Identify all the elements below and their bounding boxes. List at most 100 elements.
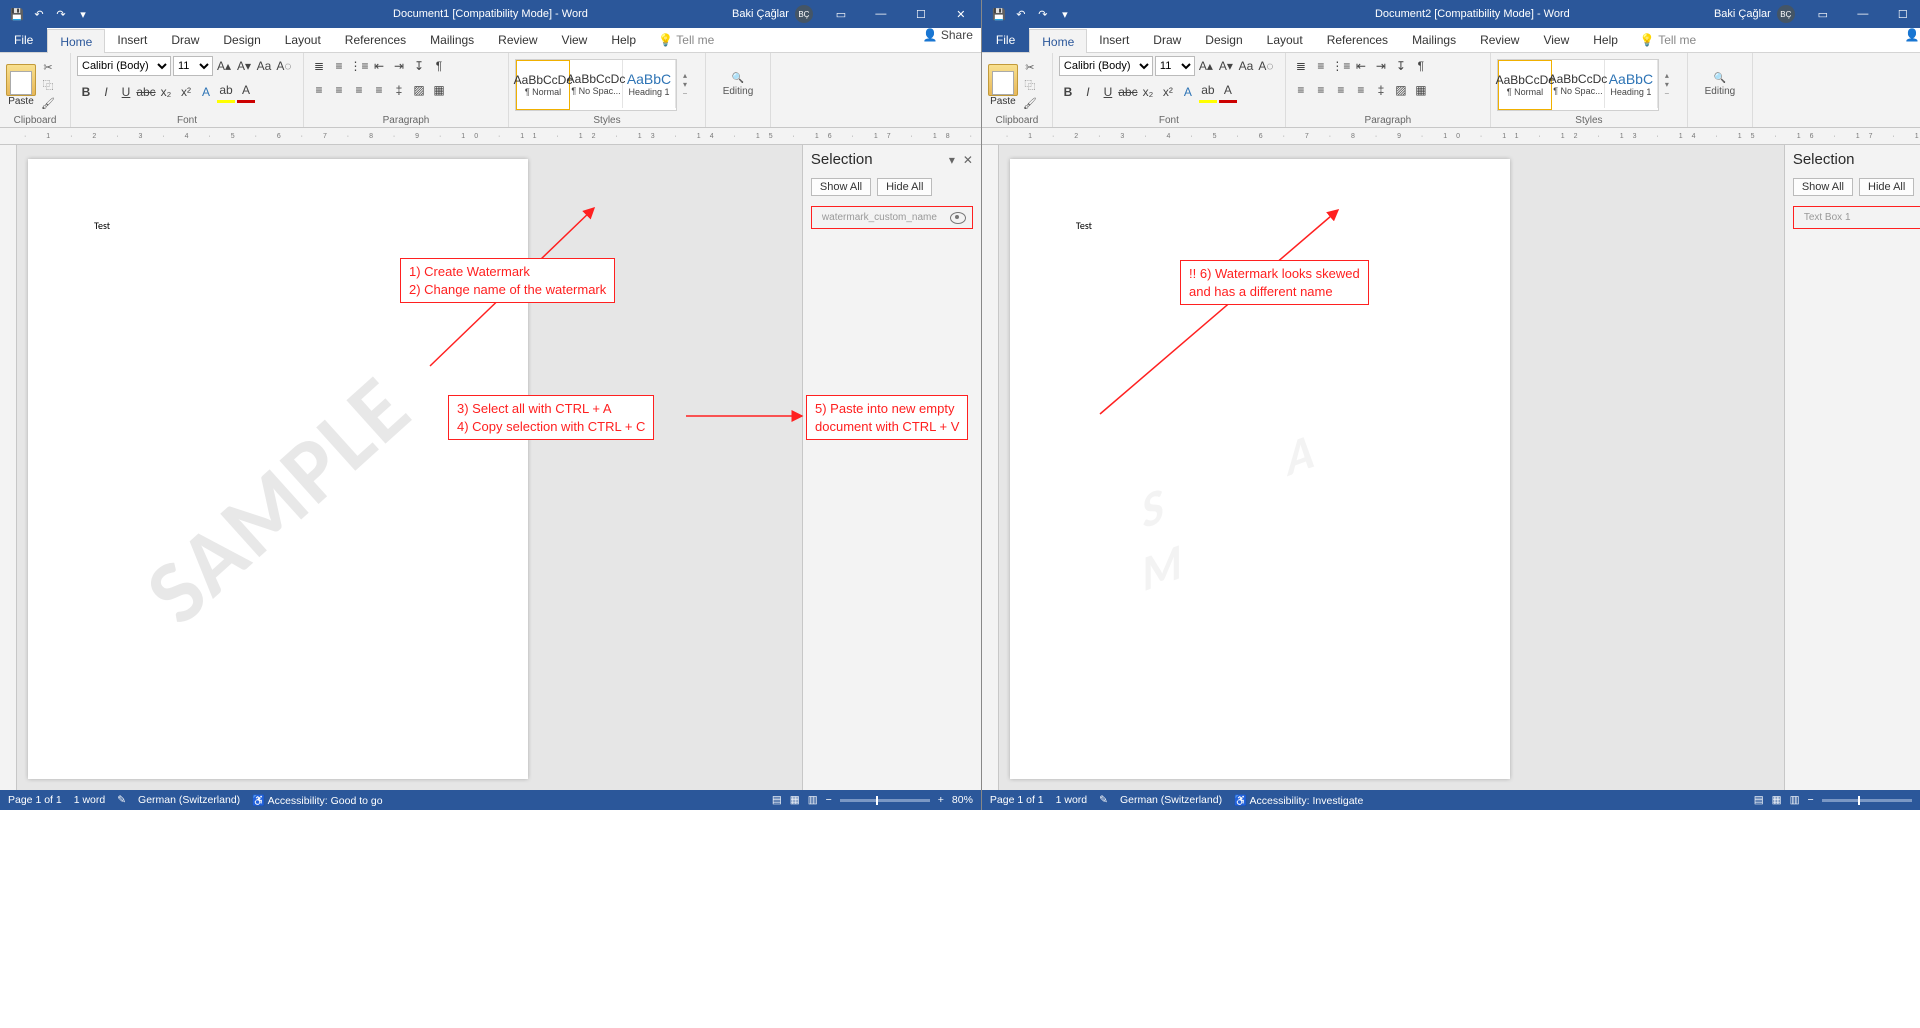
status-proofing-icon[interactable]: ✎ xyxy=(117,794,126,806)
tab-design[interactable]: Design xyxy=(1193,28,1254,52)
ribbon-display-icon[interactable]: ▭ xyxy=(1803,0,1843,28)
bullets-icon[interactable]: ≣ xyxy=(1292,56,1310,76)
style-normal[interactable]: AaBbCcDc¶ Normal xyxy=(1498,60,1552,110)
pane-dropdown-icon[interactable]: ▾ xyxy=(949,153,955,167)
tab-mailings[interactable]: Mailings xyxy=(1400,28,1468,52)
strike-button[interactable]: abc xyxy=(137,82,155,102)
align-right-icon[interactable]: ≡ xyxy=(1332,80,1350,100)
status-language[interactable]: German (Switzerland) xyxy=(1120,794,1222,806)
superscript-button[interactable]: x² xyxy=(1159,82,1177,102)
tell-me[interactable]: 💡 Tell me xyxy=(1630,28,1696,52)
view-web-icon[interactable]: ▥ xyxy=(1790,794,1800,806)
style-nospacing[interactable]: AaBbCcDc¶ No Spac... xyxy=(570,60,623,108)
visibility-icon[interactable] xyxy=(950,212,966,224)
shrink-font-icon[interactable]: A▾ xyxy=(1217,56,1235,76)
view-read-icon[interactable]: ▤ xyxy=(1754,794,1764,806)
redo-icon[interactable]: ↷ xyxy=(1032,3,1054,25)
document-text[interactable]: Test xyxy=(94,219,110,232)
status-accessibility[interactable]: ♿ Accessibility: Good to go xyxy=(252,794,382,807)
decrease-indent-icon[interactable]: ⇤ xyxy=(1352,56,1370,76)
avatar[interactable]: BÇ xyxy=(795,5,813,23)
status-words[interactable]: 1 word xyxy=(1056,794,1088,806)
grow-font-icon[interactable]: A▴ xyxy=(1197,56,1215,76)
maximize-icon[interactable]: ☐ xyxy=(1883,0,1920,28)
tab-insert[interactable]: Insert xyxy=(1087,28,1141,52)
user-name[interactable]: Baki Çağlar xyxy=(1714,8,1771,20)
font-size-select[interactable]: 11 xyxy=(173,56,213,76)
clear-format-icon[interactable]: A◌ xyxy=(1257,56,1275,76)
bullets-icon[interactable]: ≣ xyxy=(310,56,328,76)
increase-indent-icon[interactable]: ⇥ xyxy=(1372,56,1390,76)
sort-icon[interactable]: ↧ xyxy=(1392,56,1410,76)
numbering-icon[interactable]: ≡ xyxy=(330,56,348,76)
status-words[interactable]: 1 word xyxy=(74,794,106,806)
clear-format-icon[interactable]: A◌ xyxy=(275,56,293,76)
tab-file[interactable]: File xyxy=(982,28,1029,52)
subscript-button[interactable]: x₂ xyxy=(1139,82,1157,102)
subscript-button[interactable]: x₂ xyxy=(157,82,175,102)
tell-me[interactable]: 💡 Tell me xyxy=(648,28,714,52)
view-read-icon[interactable]: ▤ xyxy=(772,794,782,806)
minimize-icon[interactable]: — xyxy=(1843,0,1883,28)
multilevel-icon[interactable]: ⋮≡ xyxy=(350,56,368,76)
text-effects-icon[interactable]: A xyxy=(197,82,215,102)
tab-file[interactable]: File xyxy=(0,28,47,52)
align-center-icon[interactable]: ≡ xyxy=(1312,80,1330,100)
status-proofing-icon[interactable]: ✎ xyxy=(1099,794,1108,806)
numbering-icon[interactable]: ≡ xyxy=(1312,56,1330,76)
maximize-icon[interactable]: ☐ xyxy=(901,0,941,28)
tab-view[interactable]: View xyxy=(1531,28,1581,52)
line-spacing-icon[interactable]: ‡ xyxy=(1372,80,1390,100)
style-nospacing[interactable]: AaBbCcDc¶ No Spac... xyxy=(1552,60,1605,108)
style-heading1[interactable]: AaBbCHeading 1 xyxy=(1605,60,1658,108)
multilevel-icon[interactable]: ⋮≡ xyxy=(1332,56,1350,76)
font-size-select[interactable]: 11 xyxy=(1155,56,1195,76)
copy-icon[interactable]: ⿻ xyxy=(1022,77,1038,93)
share-button[interactable]: 👤 Share xyxy=(1905,28,1920,42)
change-case-icon[interactable]: Aa xyxy=(1237,56,1255,76)
styles-more-icon[interactable]: ⎯ xyxy=(1665,89,1669,99)
increase-indent-icon[interactable]: ⇥ xyxy=(390,56,408,76)
find-icon[interactable]: 🔍 xyxy=(1714,73,1726,84)
line-spacing-icon[interactable]: ‡ xyxy=(390,80,408,100)
tab-review[interactable]: Review xyxy=(486,28,549,52)
status-page[interactable]: Page 1 of 1 xyxy=(990,794,1044,806)
tab-help[interactable]: Help xyxy=(1581,28,1630,52)
tab-insert[interactable]: Insert xyxy=(105,28,159,52)
undo-icon[interactable]: ↶ xyxy=(1010,3,1032,25)
show-marks-icon[interactable]: ¶ xyxy=(1412,56,1430,76)
styles-up-icon[interactable]: ▴ xyxy=(1665,71,1669,80)
qat-customize-icon[interactable]: ▾ xyxy=(1054,3,1076,25)
align-right-icon[interactable]: ≡ xyxy=(350,80,368,100)
borders-icon[interactable]: ▦ xyxy=(430,80,448,100)
zoom-in-icon[interactable]: + xyxy=(938,794,944,806)
ruler-horizontal[interactable]: · 1 · 2 · 3 · 4 · 5 · 6 · 7 · 8 · 9 · 10… xyxy=(982,128,1920,145)
tab-help[interactable]: Help xyxy=(599,28,648,52)
styles-down-icon[interactable]: ▾ xyxy=(683,80,687,89)
decrease-indent-icon[interactable]: ⇤ xyxy=(370,56,388,76)
view-print-icon[interactable]: ▦ xyxy=(790,794,800,806)
change-case-icon[interactable]: Aa xyxy=(255,56,273,76)
tab-layout[interactable]: Layout xyxy=(1255,28,1315,52)
tab-view[interactable]: View xyxy=(550,28,600,52)
share-button[interactable]: 👤 Share xyxy=(923,28,973,42)
tab-draw[interactable]: Draw xyxy=(159,28,211,52)
selection-item[interactable]: Text Box 1 xyxy=(1793,206,1920,229)
show-all-button[interactable]: Show All xyxy=(811,178,871,196)
zoom-slider[interactable] xyxy=(1822,799,1912,802)
tab-review[interactable]: Review xyxy=(1468,28,1531,52)
align-center-icon[interactable]: ≡ xyxy=(330,80,348,100)
status-page[interactable]: Page 1 of 1 xyxy=(8,794,62,806)
tab-design[interactable]: Design xyxy=(211,28,272,52)
show-marks-icon[interactable]: ¶ xyxy=(430,56,448,76)
paste-button[interactable]: Paste xyxy=(6,64,36,107)
avatar[interactable]: BÇ xyxy=(1777,5,1795,23)
styles-up-icon[interactable]: ▴ xyxy=(683,71,687,80)
align-left-icon[interactable]: ≡ xyxy=(310,80,328,100)
format-painter-icon[interactable]: 🖌 xyxy=(1022,95,1038,111)
zoom-out-icon[interactable]: − xyxy=(1808,794,1814,806)
hide-all-button[interactable]: Hide All xyxy=(1859,178,1914,196)
selection-item[interactable]: watermark_custom_name xyxy=(811,206,973,229)
close-icon[interactable]: ✕ xyxy=(941,0,981,28)
status-language[interactable]: German (Switzerland) xyxy=(138,794,240,806)
